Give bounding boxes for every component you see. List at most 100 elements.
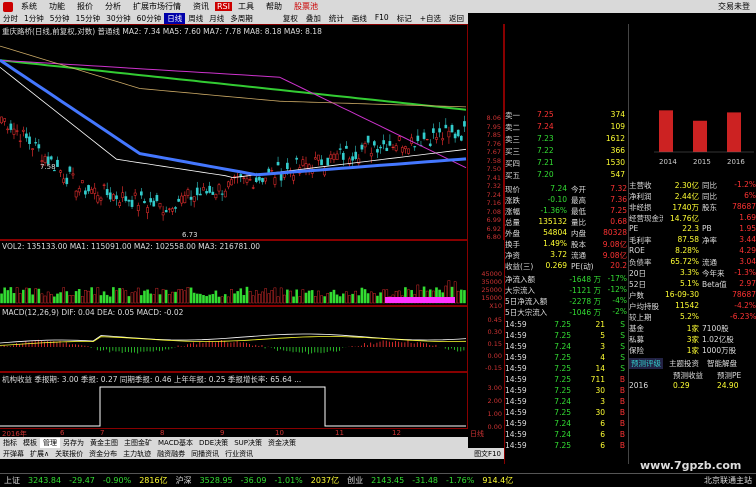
tool-f10[interactable]: F10 — [371, 13, 393, 24]
trade-status[interactable]: 交易未登 — [718, 1, 756, 12]
quote-order-row[interactable]: 卖二 7.24 109 — [505, 122, 629, 133]
index-name[interactable]: 上证 — [0, 475, 24, 486]
period-tab-1[interactable]: 1分钟 — [21, 13, 47, 24]
candle-body — [105, 189, 109, 196]
rating-tab[interactable]: 预测评级 — [629, 358, 663, 369]
subtab-fund-dist[interactable]: 资金分布 — [86, 449, 120, 459]
tab-save-as[interactable]: 另存为 — [60, 438, 87, 448]
period-tab-5[interactable]: 60分钟 — [134, 13, 165, 24]
macd-axis-label: 0.45 — [487, 316, 502, 324]
volume-bar — [360, 287, 364, 304]
indicator-chart[interactable] — [0, 373, 468, 430]
menu-function[interactable]: 功能 — [43, 1, 71, 12]
tab-main-gold-mine[interactable]: 主图金矿 — [121, 438, 155, 448]
index-name[interactable]: 沪深 — [172, 475, 196, 486]
kline-pane[interactable]: 重庆路桥(日线,前复权,对数) 普通线 MA2: 7.34 MA5: 7.60 … — [0, 24, 468, 240]
tool-overlay[interactable]: 叠加 — [302, 13, 325, 24]
quote-order-row[interactable]: 卖一 7.25 374 — [505, 110, 629, 121]
indicator-pane[interactable]: 机构收益 季报期: 3.00 季报: 0.27 同期季报: 0.46 上年年报:… — [0, 372, 468, 429]
info-row: 经营现金流 14.76亿 1.69 — [629, 213, 756, 224]
tab-manage[interactable]: 管理 — [40, 437, 60, 448]
index-amount: 2037亿 — [310, 476, 340, 485]
tool-stats[interactable]: 统计 — [325, 13, 348, 24]
info-label: 52日 — [629, 280, 647, 289]
period-tab-2[interactable]: 5分钟 — [47, 13, 73, 24]
volume-bar — [205, 295, 208, 304]
badge-rsi[interactable]: RSI — [215, 2, 232, 11]
subtab-main-track[interactable]: 主力轨迹 — [120, 449, 154, 459]
macd-pane[interactable]: MACD(12,26,9) DIF: 0.04 DEA: 0.05 MACD: … — [0, 306, 468, 372]
index-name[interactable]: 创业 — [343, 475, 367, 486]
tool-add-watch[interactable]: +自选 — [416, 13, 445, 24]
volume-bar — [6, 290, 10, 304]
period-tab-8[interactable]: 月线 — [206, 13, 227, 24]
info-row: 20日 3.3% 今年来 -1.3% — [629, 268, 756, 279]
kline-chart[interactable] — [0, 25, 468, 241]
period-tab-9[interactable]: 多周期 — [227, 13, 256, 24]
time-axis-label: 6 — [60, 429, 65, 437]
volume-bar — [223, 294, 227, 304]
indicator-axis: 3.00 2.00 1.00 0.00 — [468, 372, 504, 431]
kline-axis-label: 7.76 — [486, 139, 501, 148]
volume-bar — [261, 291, 264, 304]
tool-adjust[interactable]: 复权 — [279, 13, 302, 24]
kline-axis-label: 7.67 — [486, 148, 501, 156]
tool-mark[interactable]: 标记 — [393, 13, 416, 24]
subtab-expand[interactable]: 扩展∧ — [27, 449, 52, 459]
tick-volume: 6 — [600, 419, 605, 428]
quote-order-row[interactable]: 买五 7.20 547 — [505, 170, 629, 181]
stat-value: -0.10 — [547, 195, 567, 204]
menu-help[interactable]: 帮助 — [260, 1, 288, 12]
rating-tab[interactable]: 主题投资 — [667, 358, 701, 369]
forecast-header: 预测收益 预测PE — [629, 370, 756, 381]
volume-pane[interactable]: VOL2: 135133.00 MA1: 115091.00 MA2: 1025… — [0, 240, 468, 306]
menu-quote[interactable]: 报价 — [71, 1, 99, 12]
stock-pool-button[interactable]: 股票池 — [288, 1, 324, 12]
menu-tools[interactable]: 工具 — [232, 1, 260, 12]
tab-macd-basic[interactable]: MACD基本 — [155, 438, 196, 448]
tab-fund[interactable]: 资金决策 — [265, 438, 299, 448]
candle-body — [307, 164, 311, 169]
volume-chart[interactable] — [0, 241, 468, 307]
tab-dde[interactable]: DDE决策 — [196, 438, 231, 448]
period-tab-6[interactable]: 日线 — [164, 13, 186, 24]
mini-chart-bar — [727, 112, 741, 152]
menu-system[interactable]: 系统 — [15, 1, 43, 12]
period-tab-7[interactable]: 周线 — [185, 13, 206, 24]
candle-body — [149, 198, 153, 203]
menu-extended-market[interactable]: 扩展市场行情 — [127, 1, 187, 12]
quote-order-row[interactable]: 买四 7.21 1530 — [505, 158, 629, 169]
subtab-industry[interactable]: 行业资讯 — [222, 449, 256, 459]
stat-label: 收益(三) — [505, 262, 534, 271]
subtab-news[interactable]: 同播资讯 — [188, 449, 222, 459]
subtab-f10[interactable]: 图文F10 — [471, 449, 504, 459]
tool-back[interactable]: 返回 — [445, 13, 468, 24]
subtab-margin[interactable]: 融资融券 — [154, 449, 188, 459]
forecast-blank — [629, 370, 673, 381]
candle-body — [140, 191, 143, 196]
volume-bar — [195, 293, 199, 304]
info-label-2: Beta值 — [702, 280, 727, 289]
tab-template[interactable]: 模板 — [20, 438, 40, 448]
subtab-danmu[interactable]: 开弹幕 — [0, 449, 27, 459]
volume-bar — [130, 292, 134, 304]
quote-order-row[interactable]: 买三 7.22 366 — [505, 146, 629, 157]
tab-sup[interactable]: SUP决策 — [231, 438, 265, 448]
candle-body — [127, 199, 131, 202]
tab-gold-main[interactable]: 黄金主图 — [87, 438, 121, 448]
period-tab-0[interactable]: 分时 — [0, 13, 21, 24]
menu-analysis[interactable]: 分析 — [99, 1, 127, 12]
period-tab-3[interactable]: 15分钟 — [73, 13, 104, 24]
candle-body — [245, 178, 249, 183]
period-tab-4[interactable]: 30分钟 — [103, 13, 134, 24]
subtab-related-quote[interactable]: 关联报价 — [52, 449, 86, 459]
menu-news[interactable]: 资讯 — [187, 1, 215, 12]
tab-indicator[interactable]: 指标 — [0, 438, 20, 448]
stat-value: -1.36% — [540, 206, 567, 215]
candle-body — [463, 121, 466, 127]
quote-order-row[interactable]: 卖三 7.23 1612 — [505, 134, 629, 145]
candle-body — [211, 191, 215, 195]
macd-chart[interactable] — [0, 307, 468, 373]
tool-draw[interactable]: 画线 — [348, 13, 371, 24]
rating-tab[interactable]: 智能解盘 — [705, 358, 739, 369]
